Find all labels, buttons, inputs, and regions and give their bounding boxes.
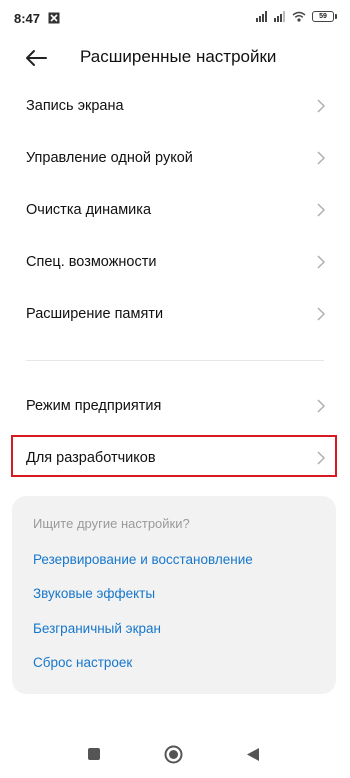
chevron-right-icon	[317, 255, 326, 269]
battery-level: 59	[319, 13, 327, 20]
divider	[26, 360, 324, 361]
highlight-frame	[11, 435, 337, 477]
navigation-bar	[0, 735, 350, 778]
settings-item-memory-extension[interactable]: Расширение памяти	[0, 288, 350, 340]
battery-icon: 59	[312, 11, 337, 22]
settings-item-label: Запись экрана	[26, 98, 124, 114]
settings-item-label: Спец. возможности	[26, 254, 157, 270]
link-backup-restore[interactable]: Резервирование и восстановление	[33, 552, 253, 567]
page-title: Расширенные настройки	[80, 47, 277, 66]
link-factory-reset[interactable]: Сброс настроек	[33, 655, 132, 670]
chevron-right-icon	[317, 399, 326, 413]
chevron-right-icon	[317, 203, 326, 217]
home-icon[interactable]	[164, 745, 183, 764]
wifi-icon	[292, 11, 306, 22]
settings-item-screen-recording[interactable]: Запись экрана	[0, 80, 350, 132]
link-borderless-screen[interactable]: Безграничный экран	[33, 621, 161, 636]
notification-icon	[48, 12, 60, 24]
status-time: 8:47	[14, 11, 41, 26]
chevron-right-icon	[317, 151, 326, 165]
settings-item-enterprise-mode[interactable]: Режим предприятия	[0, 380, 350, 432]
search-suggestions-card: Ищите другие настройки? Резервирование и…	[12, 496, 336, 694]
card-title: Ищите другие настройки?	[33, 516, 190, 531]
settings-item-label: Режим предприятия	[26, 398, 162, 414]
link-sound-effects[interactable]: Звуковые эффекты	[33, 586, 155, 601]
signal-icon	[274, 11, 285, 22]
header: Расширенные настройки	[0, 40, 350, 76]
status-bar: 8:47 59	[0, 0, 350, 40]
back-arrow-icon[interactable]	[22, 44, 50, 72]
chevron-right-icon	[317, 307, 326, 321]
settings-item-label: Расширение памяти	[26, 306, 164, 322]
settings-item-one-hand[interactable]: Управление одной рукой	[0, 132, 350, 184]
status-icons: 59	[256, 11, 337, 22]
recents-icon[interactable]	[87, 747, 101, 761]
chevron-right-icon	[317, 99, 326, 113]
settings-item-speaker-cleaning[interactable]: Очистка динамика	[0, 184, 350, 236]
back-triangle-icon[interactable]	[246, 747, 260, 762]
settings-item-label: Управление одной рукой	[26, 150, 193, 166]
settings-item-label: Очистка динамика	[26, 202, 152, 218]
settings-list: Запись экрана Управление одной рукой Очи…	[0, 80, 350, 484]
settings-item-accessibility[interactable]: Спец. возможности	[0, 236, 350, 288]
signal-icon	[256, 11, 267, 22]
